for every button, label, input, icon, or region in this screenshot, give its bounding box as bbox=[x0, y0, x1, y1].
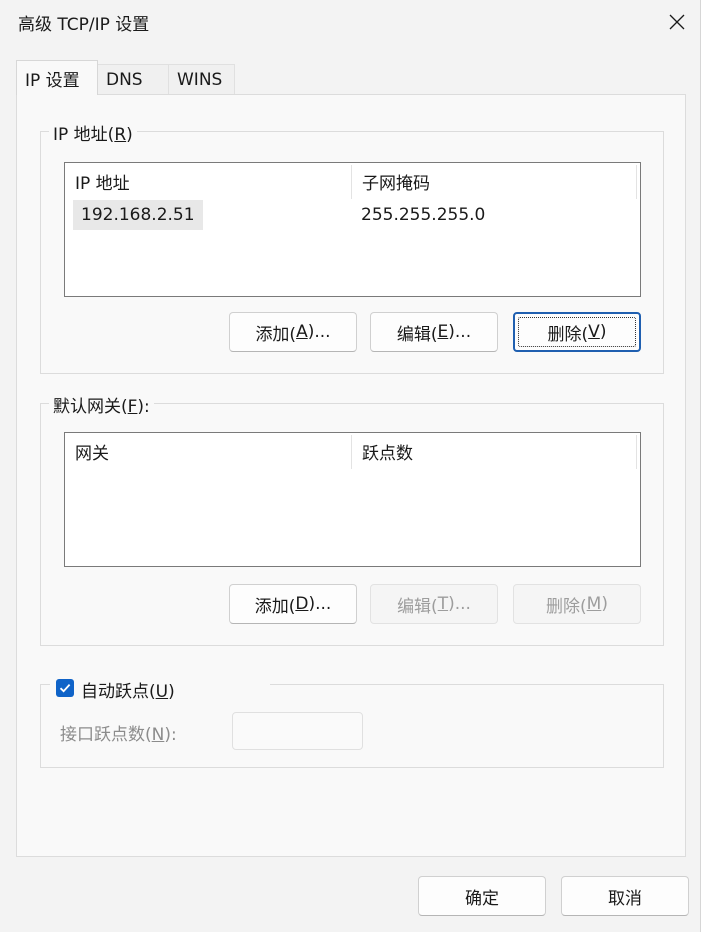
dialog-window: 高级 TCP/IP 设置 IP 设置 DNS WINS IP 地址(R) IP … bbox=[0, 0, 701, 932]
ip-add-button[interactable]: 添加(A)... bbox=[229, 312, 357, 352]
column-header-ip[interactable]: IP 地址 bbox=[65, 163, 351, 199]
checkmark-icon bbox=[59, 683, 71, 693]
close-button[interactable] bbox=[654, 0, 700, 44]
title-bar: 高级 TCP/IP 设置 bbox=[0, 0, 700, 44]
auto-metric-label[interactable]: 自动跃点(U) bbox=[81, 677, 175, 702]
window-title: 高级 TCP/IP 设置 bbox=[18, 15, 150, 35]
ok-button[interactable]: 确定 bbox=[418, 876, 546, 916]
gateway-group-label: 默认网关(F): bbox=[49, 392, 154, 417]
column-header-metric[interactable]: 跃点数 bbox=[352, 433, 636, 469]
mask-cell: 255.255.255.0 bbox=[361, 205, 486, 225]
ip-address-group-label: IP 地址(R) bbox=[49, 120, 137, 145]
auto-metric-checkbox[interactable] bbox=[56, 679, 74, 697]
ip-cell: 192.168.2.51 bbox=[73, 200, 203, 230]
gateway-edit-button[interactable]: 编辑(T)... bbox=[370, 584, 498, 624]
tab-label: DNS bbox=[106, 69, 143, 90]
list-header: 网关 跃点数 bbox=[65, 433, 640, 471]
column-header-gateway[interactable]: 网关 bbox=[65, 433, 351, 469]
list-header: IP 地址 子网掩码 bbox=[65, 163, 640, 201]
tab-wins[interactable]: WINS bbox=[168, 64, 235, 94]
tab-ip-settings[interactable]: IP 设置 bbox=[16, 60, 98, 95]
column-divider bbox=[636, 435, 637, 469]
gateway-add-button[interactable]: 添加(D)... bbox=[229, 584, 357, 624]
close-icon bbox=[669, 14, 685, 30]
ip-edit-button[interactable]: 编辑(E)... bbox=[370, 312, 498, 352]
interface-metric-label: 接口跃点数(N): bbox=[60, 725, 177, 745]
ip-address-list[interactable]: IP 地址 子网掩码 192.168.2.51 255.255.255.0 bbox=[64, 162, 641, 297]
ip-delete-button[interactable]: 删除(V) bbox=[513, 312, 641, 352]
interface-metric-input[interactable] bbox=[232, 712, 363, 750]
column-divider bbox=[636, 165, 637, 199]
cancel-button[interactable]: 取消 bbox=[561, 876, 689, 916]
gateway-delete-button[interactable]: 删除(M) bbox=[513, 584, 641, 624]
column-header-mask[interactable]: 子网掩码 bbox=[352, 163, 636, 199]
gateway-list[interactable]: 网关 跃点数 bbox=[64, 432, 641, 567]
tab-label: IP 设置 bbox=[25, 70, 80, 91]
tab-dns[interactable]: DNS bbox=[97, 64, 169, 94]
tab-label: WINS bbox=[177, 69, 223, 90]
